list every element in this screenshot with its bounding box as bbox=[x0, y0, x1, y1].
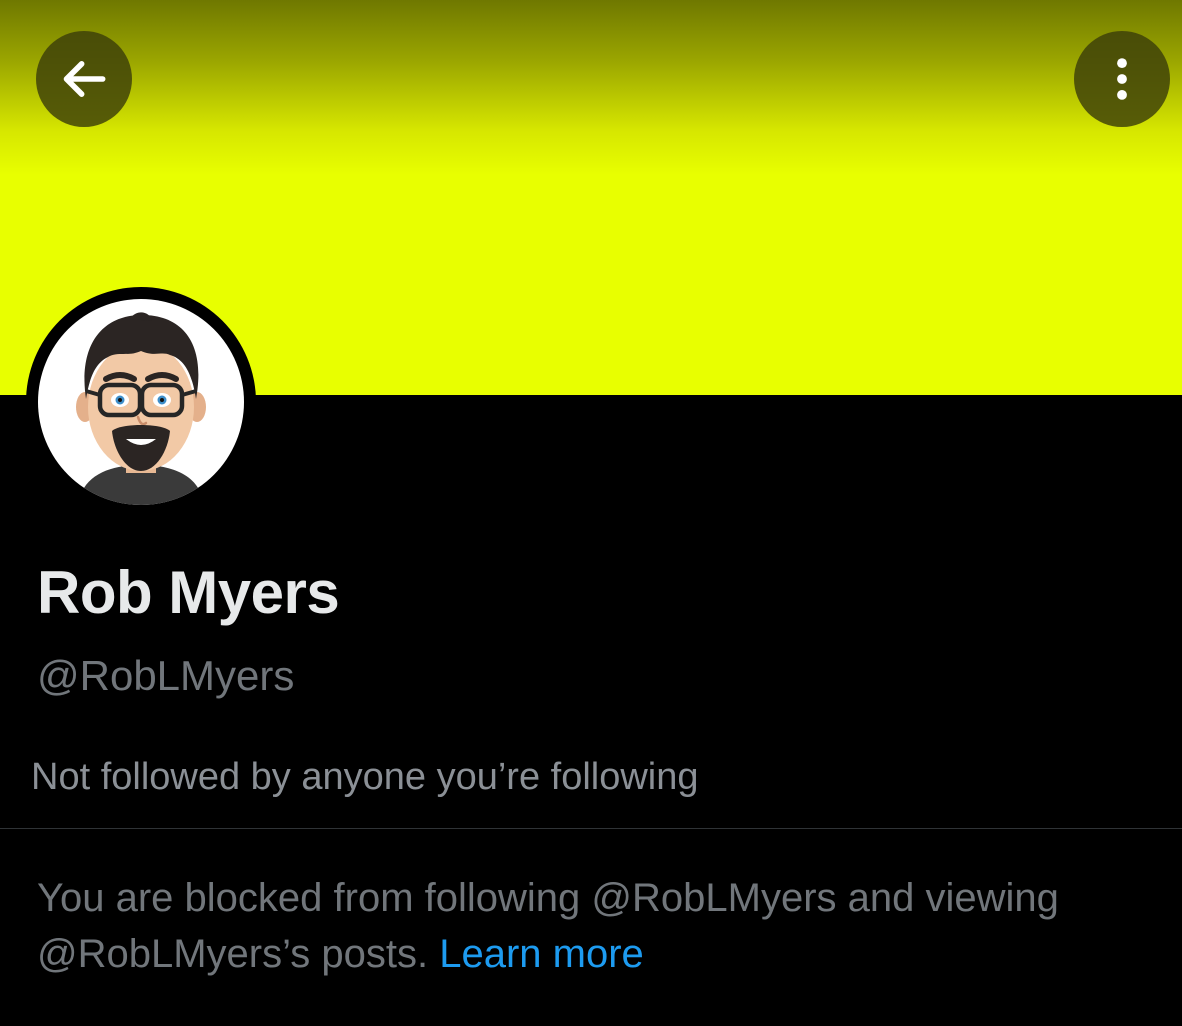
back-button[interactable] bbox=[36, 31, 132, 127]
profile-handle: @RobLMyers bbox=[37, 652, 295, 699]
avatar-cartoon-image bbox=[76, 312, 206, 505]
learn-more-link[interactable]: Learn more bbox=[439, 932, 644, 976]
divider bbox=[0, 828, 1182, 829]
blocked-message-line1: You are blocked from following @RobLMyer… bbox=[37, 876, 1059, 920]
blocked-notice: You are blocked from following @RobLMyer… bbox=[37, 870, 1157, 982]
arrow-left-icon bbox=[63, 61, 106, 97]
followed-by-text: Not followed by anyone you’re following bbox=[31, 756, 699, 798]
avatar[interactable] bbox=[38, 299, 244, 505]
more-options-button[interactable] bbox=[1074, 31, 1170, 127]
more-vertical-icon bbox=[1117, 58, 1127, 100]
blocked-message-line2: @RobLMyers’s posts. bbox=[37, 932, 429, 976]
profile-display-name: Rob Myers bbox=[37, 559, 340, 626]
